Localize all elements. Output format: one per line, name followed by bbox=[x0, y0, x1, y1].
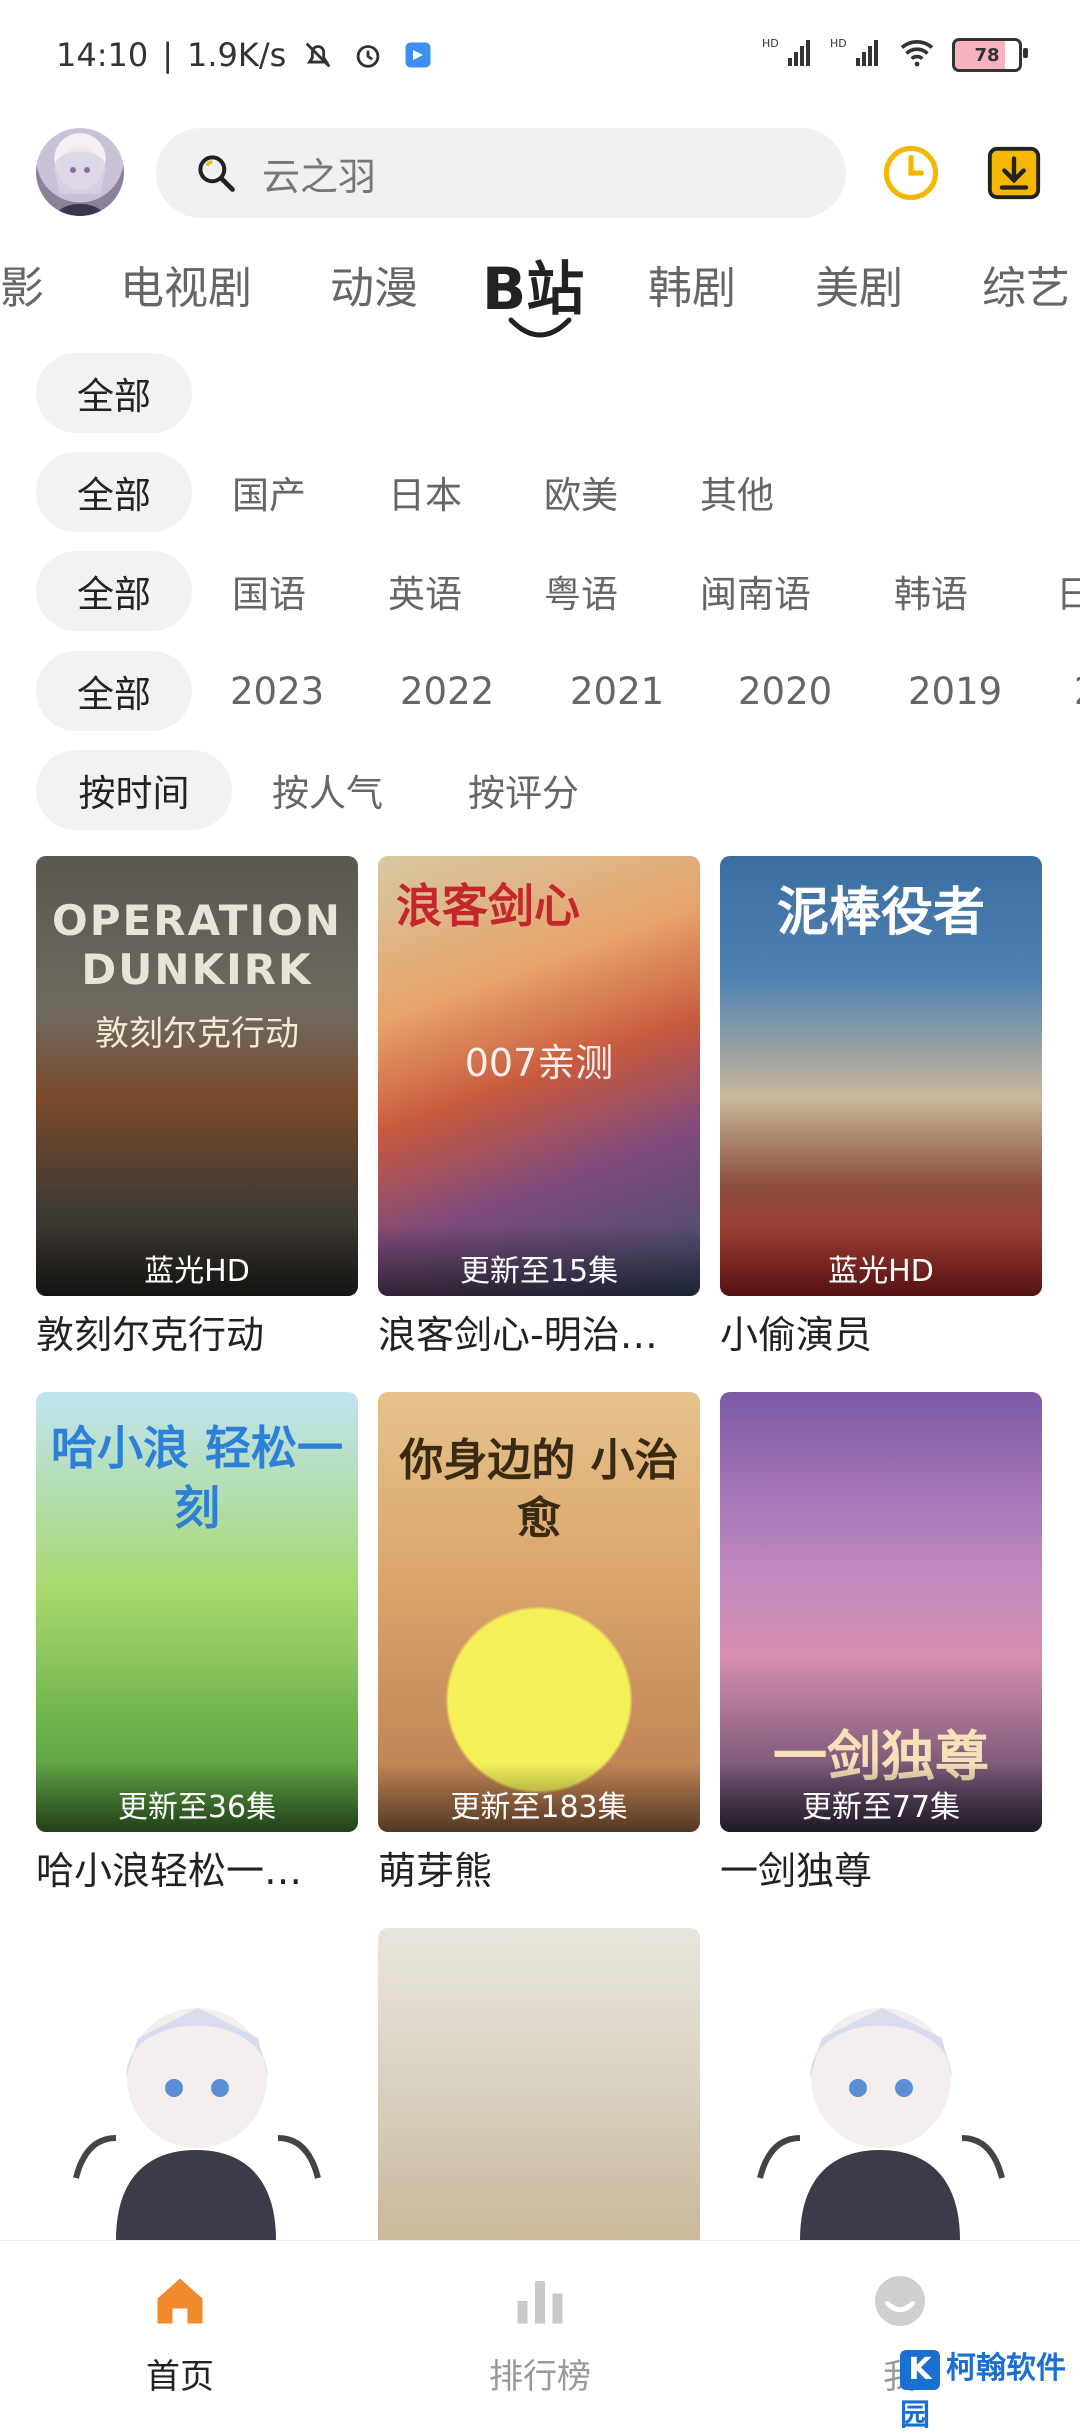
svg-text:HD: HD bbox=[830, 37, 847, 50]
video-poster: 你身边的 小治愈 更新至183集 bbox=[378, 1392, 700, 1832]
video-badge: 蓝光HD bbox=[720, 1226, 1042, 1296]
filter-chip[interactable]: 国语 bbox=[232, 551, 306, 631]
video-badge: 蓝光HD bbox=[36, 1226, 358, 1296]
video-title: 敦刻尔克行动 bbox=[36, 1313, 265, 1357]
app-notification-icon bbox=[400, 37, 436, 73]
filter-chip[interactable]: 欧美 bbox=[544, 452, 618, 532]
video-poster: 浪客剑心 007亲测 更新至15集 bbox=[378, 856, 700, 1296]
tab-movie[interactable]: 影 bbox=[0, 252, 44, 316]
video-poster: 一剑独尊 更新至77集 bbox=[720, 1392, 1042, 1832]
tab-korean-drama[interactable]: 韩剧 bbox=[648, 252, 736, 316]
search-bar[interactable]: 云之羽 bbox=[156, 128, 846, 218]
video-title: 哈小浪轻松一… bbox=[36, 1849, 303, 1893]
filter-chip[interactable]: 全部 bbox=[36, 452, 192, 532]
filter-chip[interactable]: 2022 bbox=[400, 651, 494, 731]
mascot-icon bbox=[757, 2008, 1005, 2240]
status-net-speed: 1.9K/s bbox=[187, 36, 287, 74]
filter-chip[interactable]: 英语 bbox=[388, 551, 462, 631]
battery-icon: 78 bbox=[952, 38, 1028, 72]
video-title: 一剑独尊 bbox=[720, 1849, 873, 1893]
video-poster: 哈小浪 轻松一刻 更新至36集 bbox=[36, 1392, 358, 1832]
site-watermark: K 柯翰软件园 bbox=[900, 2349, 1066, 2433]
filter-chip[interactable]: 2020 bbox=[738, 651, 832, 731]
mascot-placeholder bbox=[720, 1928, 1042, 2240]
status-bar: 14:10 | 1.9K/s HD HD 78 bbox=[0, 0, 1080, 120]
video-title: 浪客剑心-明治… bbox=[378, 1313, 658, 1357]
filter-row-language: 全部 国语 英语 粤语 闽南语 韩语 日 bbox=[0, 551, 1080, 631]
video-title: 萌芽熊 bbox=[378, 1849, 493, 1893]
filter-chip[interactable]: 其他 bbox=[700, 452, 774, 532]
filter-chip[interactable]: 全部 bbox=[36, 551, 192, 631]
mute-bell-icon bbox=[300, 37, 336, 73]
home-icon bbox=[157, 2278, 203, 2324]
filter-chip[interactable]: 全部 bbox=[36, 651, 192, 731]
site-logo-icon: K bbox=[900, 2349, 940, 2390]
search-placeholder: 云之羽 bbox=[262, 154, 377, 199]
filter-row-category: 全部 bbox=[0, 353, 1080, 433]
filter-chip[interactable]: 日本 bbox=[388, 452, 462, 532]
category-tabs: 影 电视剧 动漫 B站 韩剧 美剧 综艺 bbox=[0, 232, 1080, 342]
filter-chip[interactable]: 韩语 bbox=[894, 551, 968, 631]
poster-watermark: 007亲测 bbox=[464, 1041, 614, 1085]
filter-row-year: 全部 2023 2022 2021 2020 2019 2 bbox=[0, 651, 1080, 731]
filter-row-region: 全部 国产 日本 欧美 其他 bbox=[0, 452, 1080, 532]
video-title: 小偷演员 bbox=[720, 1313, 873, 1357]
search-icon bbox=[198, 155, 235, 192]
download-icon bbox=[987, 146, 1041, 200]
wifi-icon bbox=[898, 37, 936, 73]
video-poster: 泥棒役者 蓝光HD bbox=[720, 856, 1042, 1296]
tab-anime[interactable]: 动漫 bbox=[330, 252, 418, 316]
video-badge: 更新至77集 bbox=[720, 1762, 1042, 1832]
filter-chip[interactable]: 国产 bbox=[232, 452, 306, 532]
filter-chip[interactable]: 粤语 bbox=[544, 551, 618, 631]
filter-chip[interactable]: 全部 bbox=[36, 353, 192, 433]
nav-home[interactable]: 首页 bbox=[90, 2271, 270, 2398]
sort-chip[interactable]: 按评分 bbox=[468, 750, 579, 830]
video-poster bbox=[378, 1928, 700, 2240]
video-badge: 更新至36集 bbox=[36, 1762, 358, 1832]
filter-chip[interactable]: 2 bbox=[1074, 651, 1080, 731]
alarm-icon bbox=[350, 37, 386, 73]
status-time: 14:10 bbox=[56, 36, 149, 74]
profile-icon bbox=[875, 2276, 925, 2326]
video-poster: OPERATION DUNKIRK 敦刻尔克行动 蓝光HD bbox=[36, 856, 358, 1296]
filter-chip[interactable]: 闽南语 bbox=[700, 551, 811, 631]
filter-chip[interactable]: 2021 bbox=[570, 651, 664, 731]
video-badge: 更新至15集 bbox=[378, 1226, 700, 1296]
avatar[interactable] bbox=[36, 128, 124, 216]
sort-chip[interactable]: 按人气 bbox=[272, 750, 383, 830]
tab-us-drama[interactable]: 美剧 bbox=[815, 252, 903, 316]
filter-chip[interactable]: 日 bbox=[1056, 551, 1080, 631]
mascot-icon bbox=[73, 2008, 321, 2240]
filter-chip[interactable]: 2019 bbox=[908, 651, 1002, 731]
bottom-nav: 首页 排行榜 我 K柯翰软件园 bbox=[0, 2240, 1080, 2433]
tab-tv-series[interactable]: 电视剧 bbox=[120, 252, 252, 316]
signal-icon-2: HD bbox=[830, 36, 882, 74]
svg-text:HD: HD bbox=[762, 37, 779, 50]
active-tab-indicator bbox=[508, 317, 572, 338]
filter-row-sort: 按时间 按人气 按评分 bbox=[0, 750, 1080, 830]
filter-chip[interactable]: 2023 bbox=[230, 651, 324, 731]
download-button[interactable] bbox=[985, 144, 1043, 202]
nav-rank[interactable]: 排行榜 bbox=[450, 2271, 630, 2398]
top-bar: 云之羽 bbox=[0, 120, 1080, 250]
signal-icon: HD bbox=[762, 36, 814, 74]
sort-chip[interactable]: 按时间 bbox=[36, 750, 232, 830]
history-button[interactable] bbox=[880, 142, 942, 204]
video-badge: 更新至183集 bbox=[378, 1762, 700, 1832]
mascot-placeholder bbox=[36, 1928, 358, 2240]
bar-chart-icon bbox=[517, 2281, 563, 2324]
clock-icon bbox=[883, 145, 939, 201]
tab-variety[interactable]: 综艺 bbox=[982, 252, 1070, 316]
